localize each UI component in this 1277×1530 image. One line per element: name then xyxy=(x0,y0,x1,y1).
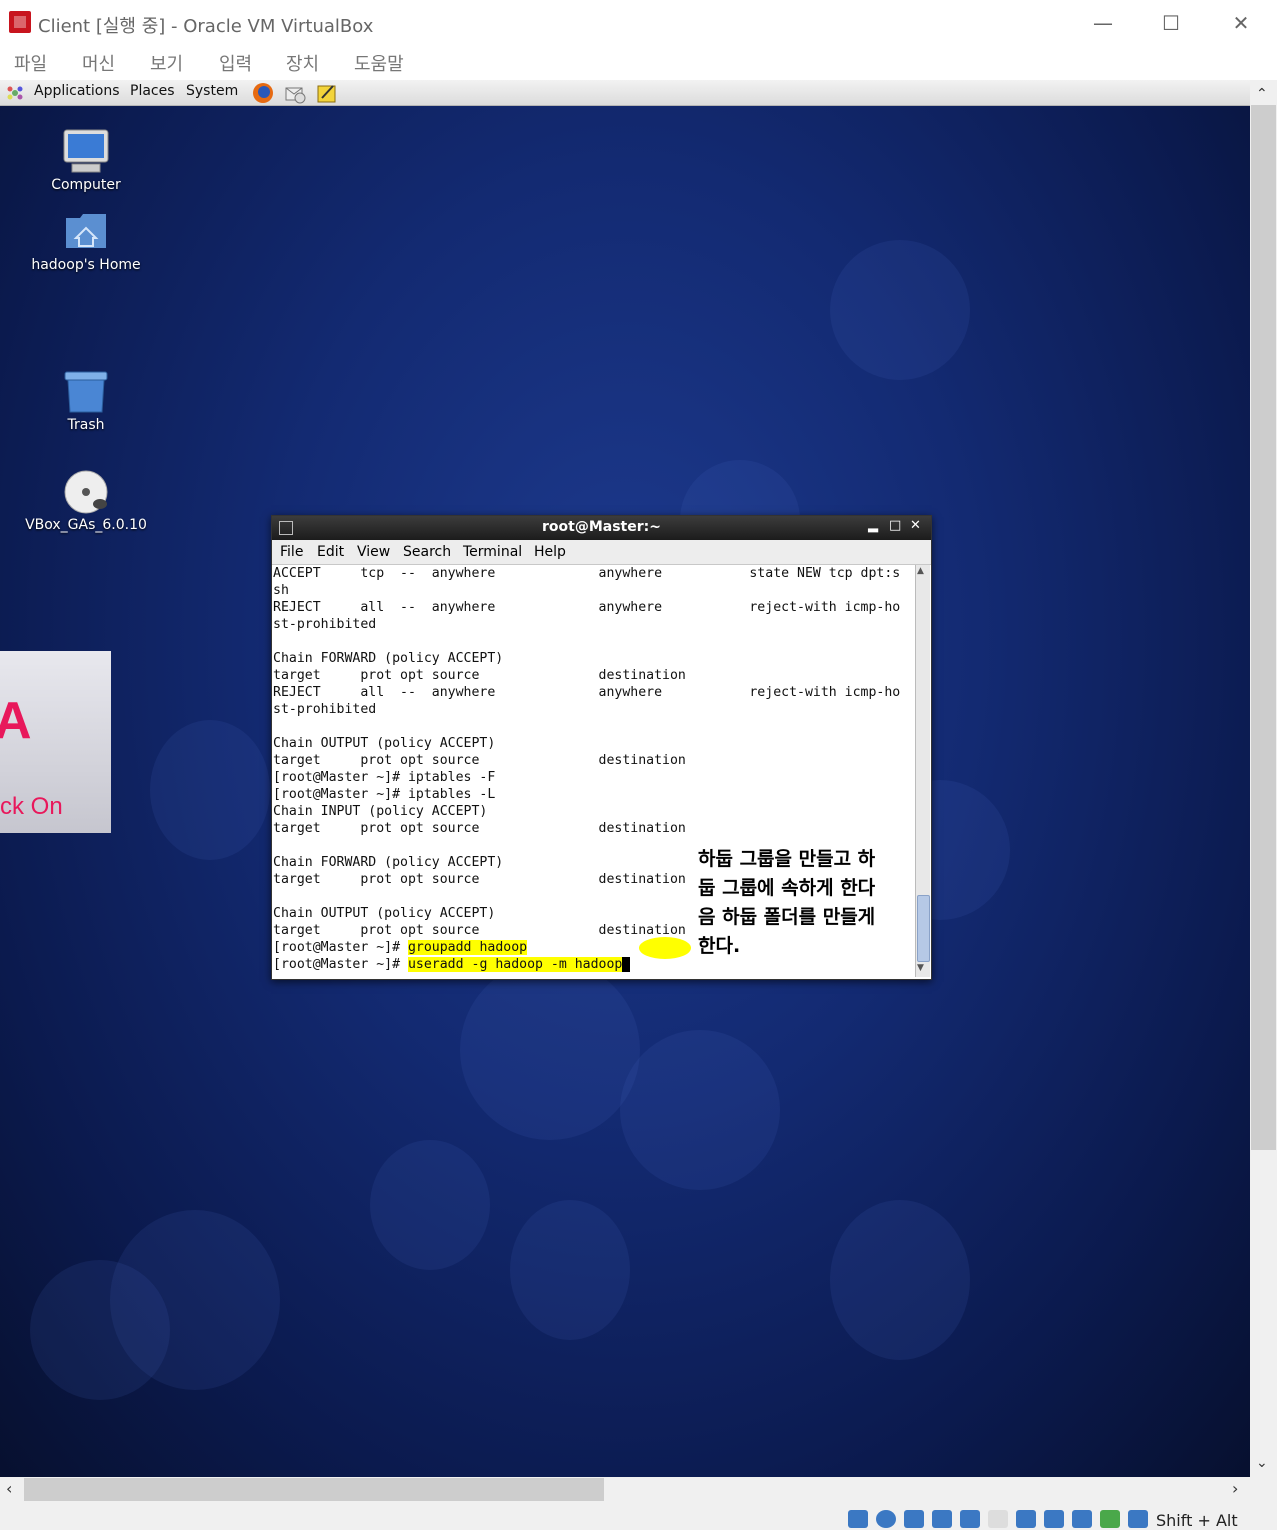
annotation-line: 둡 그룹에 속하게 한다 xyxy=(698,877,876,899)
terminal-menu-edit[interactable]: Edit xyxy=(317,544,344,560)
network-icon[interactable] xyxy=(932,1510,952,1528)
usb-icon[interactable] xyxy=(960,1510,980,1528)
widget-big-letter: A xyxy=(0,692,32,750)
shared-folder-icon[interactable] xyxy=(988,1510,1008,1528)
terminal-menu-file[interactable]: File xyxy=(280,544,303,560)
terminal-window[interactable]: root@Master:~ ▂ □ ✕ File Edit View Searc… xyxy=(271,515,932,980)
terminal-menu-search[interactable]: Search xyxy=(403,544,451,560)
terminal-menu-terminal[interactable]: Terminal xyxy=(463,544,522,560)
notes-icon[interactable] xyxy=(316,82,338,104)
video-capture-icon[interactable] xyxy=(1044,1510,1064,1528)
panel-applications-menu[interactable]: Applications xyxy=(34,83,120,99)
host-vertical-scrollbar-thumb[interactable] xyxy=(1251,105,1276,1150)
maximize-button[interactable]: ☐ xyxy=(1148,6,1194,40)
annotation-note: 하둡 그룹을 만들고 하 둡 그룹에 속하게 한다 음 하둡 폴더를 만들게 한… xyxy=(698,845,913,961)
virtualbox-app-icon xyxy=(9,11,31,33)
optical-drive-icon[interactable] xyxy=(876,1510,896,1528)
host-horizontal-scrollbar-thumb[interactable] xyxy=(24,1478,604,1501)
audio-icon[interactable] xyxy=(904,1510,924,1528)
keyboard-capture-icon[interactable] xyxy=(1128,1510,1148,1528)
gnome-foot-icon xyxy=(6,84,24,102)
menu-devices[interactable]: 장치 xyxy=(286,50,319,76)
widget-text: ck On xyxy=(0,793,63,820)
menu-help[interactable]: 도움말 xyxy=(354,50,404,76)
cd-icon[interactable] xyxy=(64,470,110,516)
command-groupadd: groupadd hadoop xyxy=(407,940,528,955)
host-menubar xyxy=(0,46,1277,80)
menu-machine[interactable]: 머신 xyxy=(82,50,115,76)
virtualization-icon[interactable] xyxy=(1072,1510,1092,1528)
command-useradd: useradd -g hadoop -m hadoop xyxy=(407,957,623,972)
scroll-up-arrow-icon[interactable]: ▲ xyxy=(917,566,924,576)
terminal-prompt: [root@Master ~]# xyxy=(273,940,408,955)
hard-disk-icon[interactable] xyxy=(848,1510,868,1528)
terminal-prompt: [root@Master ~]# xyxy=(273,957,408,972)
terminal-menu-help[interactable]: Help xyxy=(534,544,566,560)
scroll-left-icon[interactable]: ‹ xyxy=(6,1479,12,1498)
annotation-line: 한다. xyxy=(698,935,741,957)
scroll-down-icon[interactable]: ⌄ xyxy=(1256,1455,1268,1471)
menu-view[interactable]: 보기 xyxy=(150,50,183,76)
host-key-label: Shift + Alt xyxy=(1156,1511,1238,1530)
desktop-icon-label: hadoop's Home xyxy=(31,257,141,273)
scroll-up-icon[interactable]: ⌃ xyxy=(1256,86,1268,102)
desktop-icon-label: Computer xyxy=(51,177,121,193)
computer-icon[interactable] xyxy=(62,128,110,174)
highlighter-mark xyxy=(639,937,691,959)
menu-input[interactable]: 입력 xyxy=(219,50,252,76)
terminal-minimize-button[interactable]: ▂ xyxy=(868,518,878,533)
close-button[interactable]: ✕ xyxy=(1218,6,1264,40)
desktop-icon-label: VBox_GAs_6.0.10 xyxy=(25,517,147,533)
minimize-button[interactable]: — xyxy=(1080,6,1126,40)
side-notification-widget[interactable]: A ck On xyxy=(0,651,111,833)
terminal-output[interactable]: ACCEPT tcp -- anywhere anywhere state NE… xyxy=(273,565,914,976)
menu-file[interactable]: 파일 xyxy=(14,50,47,76)
panel-places-menu[interactable]: Places xyxy=(130,83,175,99)
guest-desktop: Applications Places System Computer hado… xyxy=(0,80,1250,1477)
terminal-scrollbar-thumb[interactable] xyxy=(917,895,930,962)
terminal-scrollbar[interactable]: ▲ ▼ xyxy=(915,565,930,977)
terminal-title: root@Master:~ xyxy=(542,519,661,535)
window-title: Client [실행 중] - Oracle VM VirtualBox xyxy=(38,16,374,37)
scroll-right-icon[interactable]: › xyxy=(1232,1479,1238,1498)
terminal-titlebar[interactable]: root@Master:~ ▂ □ ✕ xyxy=(272,516,931,540)
trash-icon[interactable] xyxy=(64,370,108,414)
terminal-menu-view[interactable]: View xyxy=(357,544,390,560)
terminal-cursor xyxy=(622,957,631,972)
display-icon[interactable] xyxy=(1016,1510,1036,1528)
annotation-line: 하둡 그룹을 만들고 하 xyxy=(698,848,876,870)
home-folder-icon[interactable] xyxy=(64,212,108,250)
panel-system-menu[interactable]: System xyxy=(186,83,238,99)
firefox-icon[interactable] xyxy=(251,81,275,105)
mail-icon[interactable] xyxy=(284,82,306,104)
annotation-line: 음 하둡 폴더를 만들게 xyxy=(698,906,876,928)
mouse-integration-icon[interactable] xyxy=(1100,1510,1120,1528)
terminal-close-button[interactable]: ✕ xyxy=(910,518,921,533)
terminal-maximize-button[interactable]: □ xyxy=(889,518,901,533)
scroll-down-arrow-icon[interactable]: ▼ xyxy=(917,963,924,973)
terminal-menubar: File Edit View Search Terminal Help xyxy=(272,540,931,565)
desktop-icon-label: Trash xyxy=(67,417,105,433)
